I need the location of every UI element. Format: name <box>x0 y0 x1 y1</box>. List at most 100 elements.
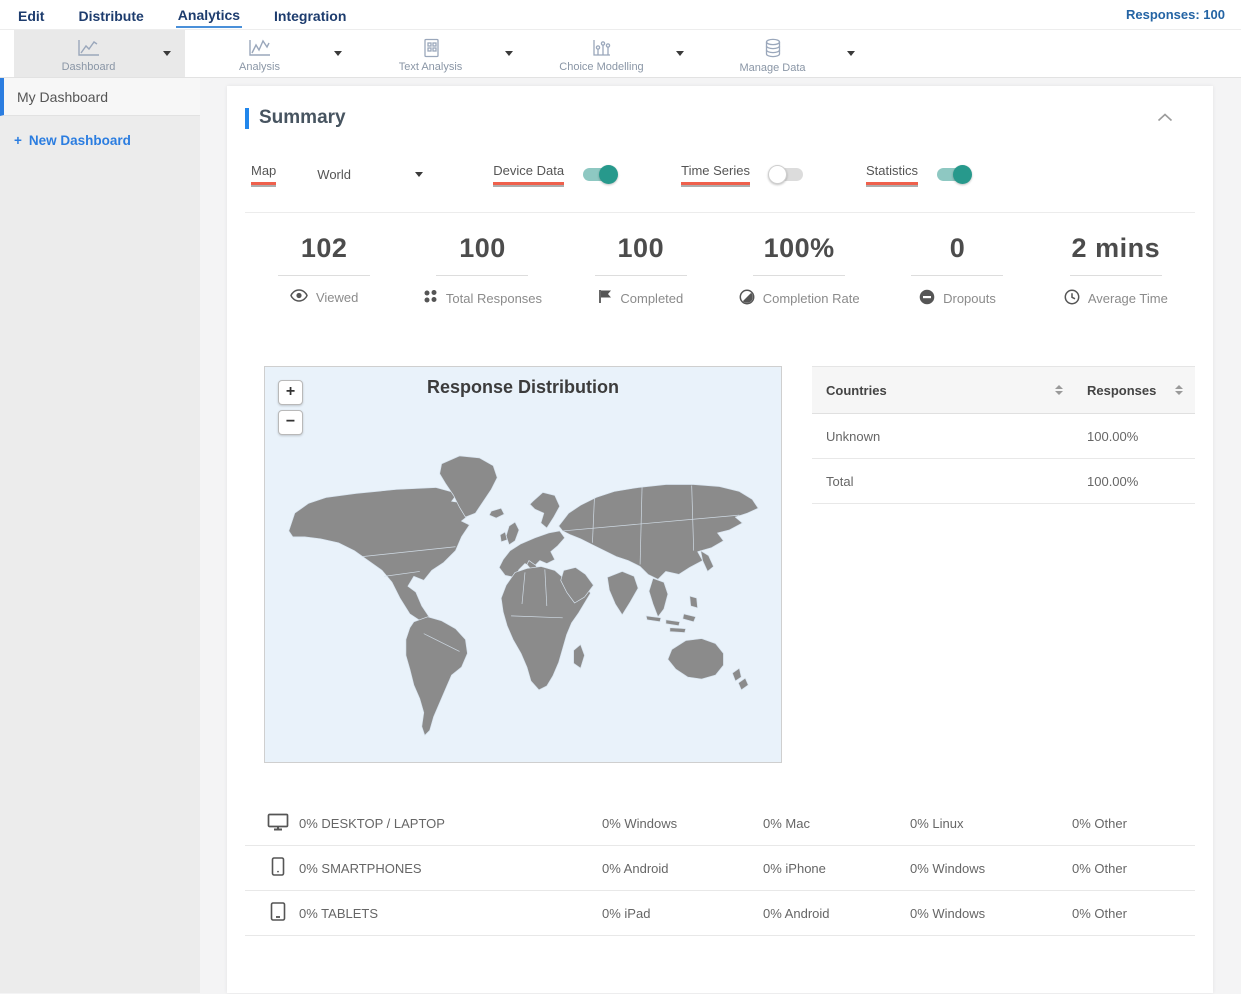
stat-value: 100 <box>459 233 506 263</box>
stat-label-text: Total Responses <box>445 290 543 306</box>
countries-column-header[interactable]: Countries <box>826 383 887 398</box>
nav-item-distribute[interactable]: Distribute <box>76 3 145 27</box>
toolbar-text-analysis[interactable]: Text Analysis <box>356 30 527 77</box>
stat-value: 102 <box>300 233 348 263</box>
zoom-out-button[interactable]: − <box>278 410 303 435</box>
country-name: Unknown <box>826 428 881 444</box>
line-chart-icon <box>247 38 273 58</box>
map-control-label: Map <box>251 163 277 185</box>
stat-value: 100 <box>617 233 665 263</box>
dot-chart-icon <box>590 38 614 58</box>
device-cell: 0% Android <box>763 905 830 921</box>
toolbar-analysis[interactable]: Analysis <box>185 30 356 77</box>
stat-label-text: Average Time <box>1087 291 1168 306</box>
responses-column-header[interactable]: Responses <box>1087 383 1156 398</box>
device-data-table: 0% DESKTOP / LAPTOP 0% Windows 0% Mac 0%… <box>245 801 1195 936</box>
stats-row: 102 Viewed 100 Total Responses 100 Compl… <box>245 233 1195 310</box>
device-category: 0% TABLETS <box>299 905 378 921</box>
device-cell: 0% Linux <box>910 815 964 831</box>
tablet-icon <box>267 902 289 924</box>
device-data-toggle[interactable] <box>583 164 619 184</box>
toggle-knob <box>767 164 787 184</box>
nav-item-integration[interactable]: Integration <box>272 3 348 27</box>
map-zoom-controls: + − <box>278 380 303 435</box>
device-cell: 0% Android <box>602 860 669 876</box>
chevron-down-icon[interactable] <box>505 51 513 56</box>
sidebar-item-my-dashboard[interactable]: My Dashboard <box>0 78 200 116</box>
table-row: Unknown 100.00% <box>812 414 1195 459</box>
new-dashboard-label: New Dashboard <box>28 133 131 148</box>
countries-table: Countries Responses Unknown 100.00% Tota… <box>812 366 1195 763</box>
contrast-circle-icon <box>739 289 755 308</box>
smartphone-icon <box>267 857 289 879</box>
toolbar-label: Choice Modelling <box>559 61 644 73</box>
toolbar-label: Text Analysis <box>398 61 463 73</box>
statistics-toggle[interactable] <box>937 164 972 184</box>
stat-total-responses: 100 Total Responses <box>403 233 561 310</box>
device-cell: 0% iPad <box>602 905 651 921</box>
statistics-label: Statistics <box>865 163 918 185</box>
zoom-in-button[interactable]: + <box>278 380 303 405</box>
stat-viewed: 102 Viewed <box>245 233 403 310</box>
top-navigation: Edit Distribute Analytics Integration Re… <box>0 0 1241 30</box>
device-cell: 0% Windows <box>910 905 986 921</box>
device-data-label: Device Data <box>493 163 565 185</box>
nav-item-analytics[interactable]: Analytics <box>175 2 243 28</box>
stat-label-text: Completed <box>620 290 684 306</box>
toolbar-dashboard[interactable]: Dashboard <box>14 30 185 77</box>
document-grid-icon <box>420 38 442 58</box>
sidebar-item-label: My Dashboard <box>17 88 109 105</box>
toolbar-manage-data[interactable]: Manage Data <box>698 30 869 77</box>
stat-label-text: Completion Rate <box>762 291 860 306</box>
clock-icon <box>1064 289 1080 308</box>
time-series-toggle[interactable] <box>767 164 803 184</box>
toggle-knob <box>953 164 972 184</box>
country-responses: 100.00% <box>1087 473 1139 489</box>
accent-bar <box>245 107 249 129</box>
flag-icon <box>598 289 612 307</box>
desktop-icon <box>267 813 289 834</box>
table-row: 0% SMARTPHONES 0% Android 0% iPhone 0% W… <box>245 846 1195 891</box>
dashboard-sidebar: My Dashboard + New Dashboard <box>0 78 200 993</box>
responses-count: Responses: 100 <box>1126 7 1225 22</box>
country-responses: 100.00% <box>1087 428 1139 444</box>
new-dashboard-button[interactable]: + New Dashboard <box>14 133 200 148</box>
device-cell: 0% Other <box>1072 905 1127 921</box>
summary-header: Summary <box>245 107 1195 129</box>
stat-dropouts: 0 Dropouts <box>878 233 1036 310</box>
device-cell: 0% Windows <box>602 815 678 831</box>
minus-circle-icon <box>919 289 935 308</box>
device-category: 0% SMARTPHONES <box>299 860 422 876</box>
device-cell: 0% Mac <box>763 815 810 831</box>
sort-icon[interactable] <box>1055 385 1063 395</box>
map-region-value: World <box>317 166 352 182</box>
world-map-image <box>288 455 759 736</box>
stat-value: 100% <box>763 233 835 263</box>
device-cell: 0% Other <box>1072 815 1127 831</box>
line-chart-icon <box>76 38 102 58</box>
chevron-down-icon[interactable] <box>676 51 684 56</box>
dots-grid-icon <box>423 289 438 307</box>
device-cell: 0% Other <box>1072 860 1127 876</box>
device-cell: 0% iPhone <box>763 860 826 876</box>
device-cell: 0% Windows <box>910 860 986 876</box>
toolbar-label: Dashboard <box>61 61 116 73</box>
stat-label-text: Dropouts <box>943 291 996 306</box>
nav-item-edit[interactable]: Edit <box>16 3 46 27</box>
response-distribution-map[interactable]: Response Distribution + − <box>264 366 782 763</box>
geo-section: Response Distribution + − Countries Resp… <box>264 366 1195 763</box>
stat-completed: 100 Completed <box>562 233 720 310</box>
chevron-down-icon[interactable] <box>847 51 855 56</box>
sort-icon[interactable] <box>1175 385 1183 395</box>
page-title: Summary <box>259 107 346 128</box>
stat-value: 2 mins <box>1071 233 1161 263</box>
toolbar-choice-modelling[interactable]: Choice Modelling <box>527 30 698 77</box>
chevron-down-icon[interactable] <box>334 51 342 56</box>
chevron-up-icon[interactable] <box>1157 109 1173 127</box>
map-region-select[interactable]: World <box>317 166 424 182</box>
toolbar-label: Manage Data <box>739 61 806 74</box>
chevron-down-icon[interactable] <box>163 51 171 56</box>
countries-table-header: Countries Responses <box>812 366 1195 414</box>
eye-icon <box>290 289 308 305</box>
plus-icon: + <box>14 133 22 148</box>
